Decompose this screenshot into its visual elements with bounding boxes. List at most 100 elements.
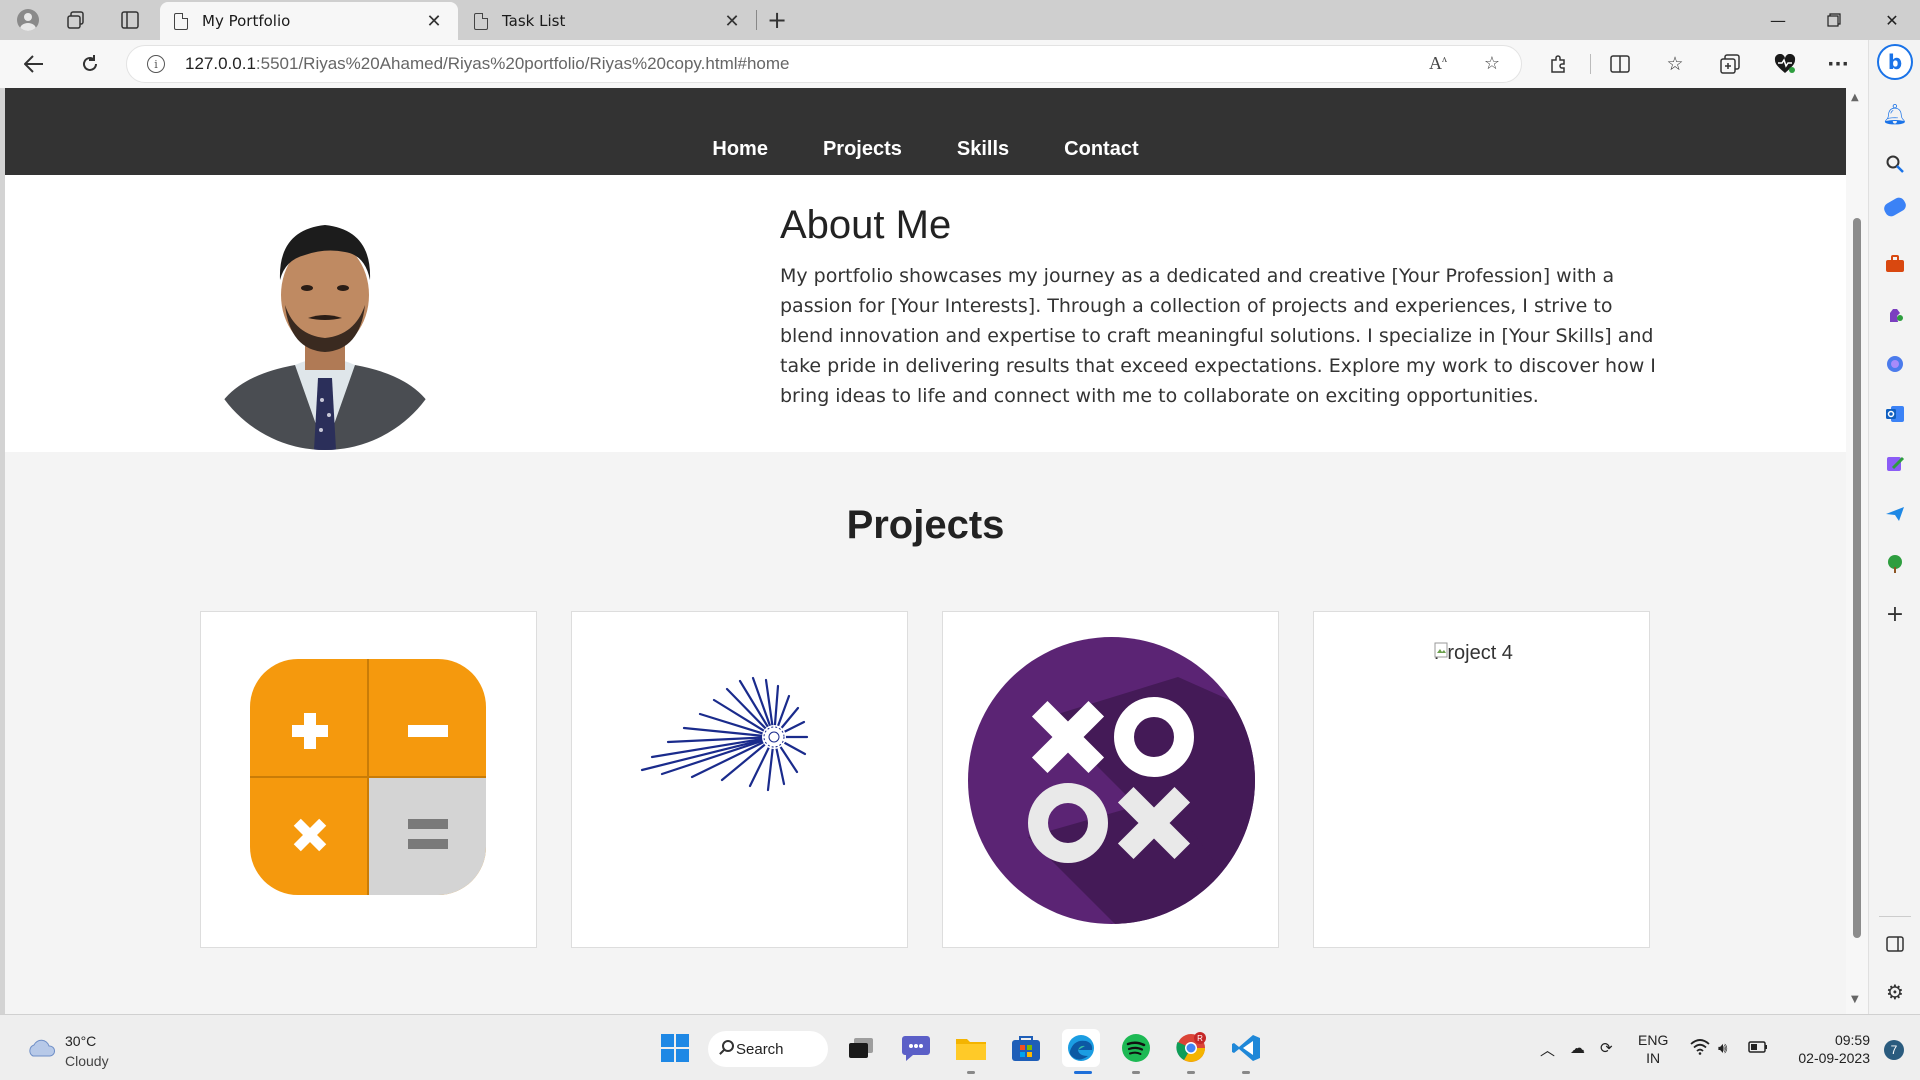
hide-sidebar-icon[interactable] — [1881, 930, 1909, 958]
tab-my-portfolio[interactable]: My Portfolio ✕ — [160, 2, 458, 40]
page-scrollbar[interactable]: ▲ ▼ — [1846, 88, 1868, 1014]
close-tab-icon[interactable]: ✕ — [722, 11, 742, 32]
running-indicator — [1074, 1071, 1092, 1074]
send-icon[interactable] — [1881, 500, 1909, 528]
region-code: IN — [1646, 1050, 1661, 1066]
onedrive-cloud-icon[interactable]: ☁ — [1570, 1039, 1585, 1057]
spiral-logo — [640, 676, 809, 792]
notification-count-badge[interactable]: 7 — [1884, 1040, 1904, 1060]
projects-title: Projects — [846, 503, 1005, 547]
profile-icon[interactable] — [14, 6, 42, 34]
battery-icon[interactable] — [1748, 1039, 1768, 1057]
back-button[interactable] — [18, 48, 50, 80]
file-explorer-icon[interactable] — [952, 1029, 990, 1067]
project-card-4[interactable]: Project 4 — [1313, 611, 1650, 948]
volume-icon[interactable]: 🔊︎ — [1718, 1039, 1727, 1057]
close-tab-icon[interactable]: ✕ — [424, 11, 444, 32]
site-navbar: Home Projects Skills Contact — [5, 88, 1846, 175]
running-indicator — [1132, 1071, 1140, 1074]
sidebar-settings-icon[interactable]: ⚙ — [1881, 978, 1909, 1006]
microsoft365-icon[interactable] — [1881, 350, 1909, 378]
running-indicator — [967, 1071, 975, 1074]
split-screen-icon[interactable] — [1604, 48, 1636, 80]
restore-button[interactable] — [1806, 0, 1862, 40]
sync-icon[interactable]: ⟳ — [1600, 1039, 1613, 1057]
scroll-down-arrow[interactable]: ▼ — [1851, 994, 1859, 1005]
scroll-up-arrow[interactable]: ▲ — [1851, 92, 1859, 103]
calculator-icon — [250, 659, 486, 895]
show-hidden-icons-chevron-icon[interactable]: ︿ — [1540, 1039, 1555, 1060]
language-indicator[interactable]: ENG IN — [1638, 1031, 1668, 1067]
notification-bell-icon[interactable]: 🔔︎ — [1881, 100, 1909, 128]
close-window-button[interactable]: ✕ — [1864, 0, 1920, 40]
tab-task-list[interactable]: Task List ✕ — [460, 2, 756, 40]
vscode-icon[interactable] — [1227, 1029, 1265, 1067]
chrome-profile-badge: R — [1197, 1034, 1203, 1043]
collections-icon[interactable] — [1714, 48, 1746, 80]
minimize-button[interactable]: — — [1750, 0, 1806, 40]
tree-icon[interactable] — [1881, 550, 1909, 578]
system-clock[interactable]: 09:59 02-09-2023 — [1788, 1031, 1870, 1067]
tic-tac-toe-icon — [968, 637, 1255, 924]
edge-browser-icon[interactable] — [1062, 1029, 1100, 1067]
project-card-spiral[interactable] — [571, 611, 908, 948]
microsoft-store-icon[interactable] — [1007, 1029, 1045, 1067]
broken-image-alt-text: Project 4 — [1434, 642, 1513, 665]
nav-home[interactable]: Home — [712, 138, 768, 161]
site-info-icon[interactable]: i — [147, 55, 165, 73]
weather-description[interactable]: Cloudy — [65, 1053, 109, 1069]
browser-toolbar: i 127.0.0.1:5501/Riyas%20Ahamed/Riyas%20… — [0, 40, 1868, 88]
url-text[interactable]: 127.0.0.1:5501/Riyas%20Ahamed/Riyas%20po… — [185, 54, 789, 74]
sidebar-search-icon[interactable] — [1881, 150, 1909, 178]
shopping-tag-icon[interactable] — [1881, 195, 1909, 219]
task-view-icon[interactable] — [842, 1029, 880, 1067]
nav-skills[interactable]: Skills — [957, 138, 1009, 161]
tools-icon[interactable] — [1881, 250, 1909, 278]
add-sidebar-app-icon[interactable]: + — [1881, 600, 1909, 628]
extensions-icon[interactable] — [1542, 48, 1574, 80]
weather-temperature[interactable]: 30°C — [65, 1033, 96, 1049]
about-section: About Me My portfolio showcases my journ… — [5, 175, 1846, 452]
read-aloud-icon[interactable]: Aʌ — [1425, 53, 1451, 74]
running-indicator — [1242, 1071, 1250, 1074]
scroll-thumb[interactable] — [1853, 218, 1861, 938]
new-tab-button[interactable]: + — [762, 6, 792, 34]
page-viewport: Home Projects Skills Contact About Me My… — [5, 88, 1846, 1014]
project-card-calculator[interactable] — [200, 611, 537, 948]
games-icon[interactable] — [1881, 300, 1909, 328]
weather-cloud-icon[interactable] — [26, 1039, 56, 1057]
spotify-icon[interactable] — [1117, 1029, 1155, 1067]
language-code: ENG — [1638, 1032, 1669, 1048]
toolbar-divider — [1590, 54, 1591, 74]
workspaces-icon[interactable] — [62, 6, 90, 34]
browser-essentials-icon[interactable] — [1769, 48, 1801, 80]
about-text: My portfolio showcases my journey as a d… — [780, 265, 1656, 407]
url-path: :5501/Riyas%20Ahamed/Riyas%20portfolio/R… — [255, 54, 790, 73]
favorites-icon[interactable]: ☆ — [1659, 48, 1691, 80]
taskbar-search[interactable]: Search — [708, 1031, 828, 1067]
chrome-icon[interactable]: R — [1172, 1029, 1210, 1067]
teams-chat-icon[interactable] — [897, 1029, 935, 1067]
refresh-button[interactable] — [74, 48, 106, 80]
nav-projects[interactable]: Projects — [823, 138, 902, 161]
page-icon — [174, 12, 188, 30]
search-label: Search — [736, 1040, 784, 1058]
project-card-tic-tac-toe[interactable] — [942, 611, 1279, 948]
bing-copilot-icon[interactable]: b — [1877, 44, 1913, 80]
windows-taskbar: 30°C Cloudy Search R ︿ ☁ ⟳ ENG IN 🔊︎ 09:5… — [0, 1014, 1920, 1080]
tab-title: My Portfolio — [202, 12, 291, 30]
favorite-star-icon[interactable]: ☆ — [1479, 53, 1505, 74]
tab-title: Task List — [502, 12, 566, 30]
wifi-icon[interactable] — [1690, 1039, 1710, 1059]
address-bar[interactable]: i 127.0.0.1:5501/Riyas%20Ahamed/Riyas%20… — [126, 45, 1522, 83]
broken-image-icon — [1434, 642, 1448, 658]
profile-photo — [200, 200, 450, 450]
nav-contact[interactable]: Contact — [1064, 138, 1138, 161]
outlook-icon[interactable] — [1881, 400, 1909, 428]
windows-start-icon[interactable] — [656, 1029, 694, 1067]
more-options-icon[interactable]: ··· — [1822, 48, 1854, 80]
tab-actions-icon[interactable] — [116, 6, 144, 34]
designer-icon[interactable] — [1881, 450, 1909, 478]
search-icon — [722, 1040, 734, 1052]
edge-sidebar: b 🔔︎ + ⚙ — [1868, 40, 1920, 1014]
